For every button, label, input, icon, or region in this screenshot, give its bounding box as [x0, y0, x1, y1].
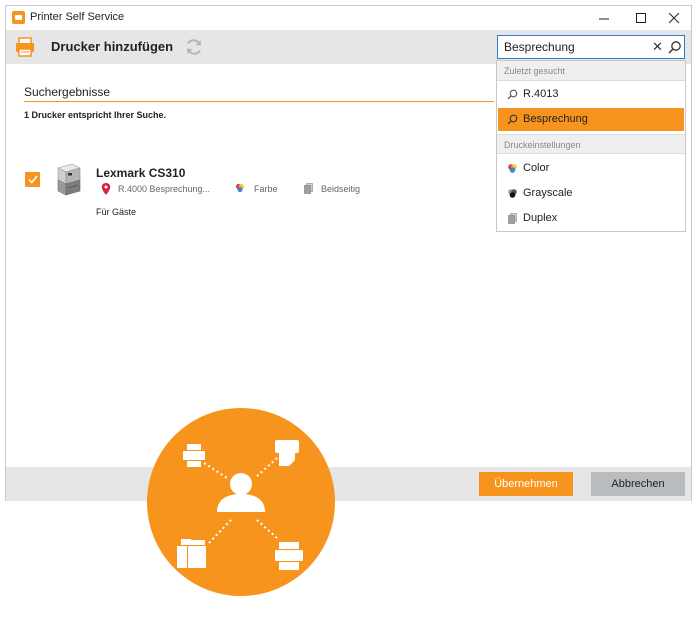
result-count: 1 Drucker entspricht Ihrer Suche.: [24, 110, 167, 120]
setting-item-color[interactable]: Color: [498, 157, 684, 180]
setting-label: Grayscale: [523, 187, 573, 199]
footer-bar: Übernehmen Abbrechen: [6, 467, 691, 501]
close-icon: [668, 12, 679, 23]
print-settings-header: Druckeinstellungen: [497, 134, 685, 154]
search-results-heading: Suchergebnisse: [24, 85, 111, 99]
recent-search-label: R.4013: [523, 88, 559, 100]
minimize-button[interactable]: [587, 6, 621, 30]
setting-label: Duplex: [523, 212, 558, 224]
close-button[interactable]: [657, 6, 691, 30]
recent-searches-header: Zuletzt gesucht: [497, 61, 685, 81]
recent-search-label: Besprechung: [523, 113, 588, 125]
section-divider: [24, 101, 494, 102]
search-suggestions-dropdown: Zuletzt gesucht R.4013 Besprechung Druck…: [496, 60, 686, 232]
title-bar: Printer Self Service: [6, 6, 691, 30]
printer-note: Für Gäste: [96, 207, 137, 217]
printer-duplex-capability: Beidseitig: [321, 184, 361, 194]
search-input[interactable]: [504, 39, 644, 55]
printer-icon: [16, 37, 34, 57]
toolbar: Drucker hinzufügen ✕: [6, 30, 691, 64]
location-pin-icon: [101, 183, 111, 195]
recent-search-item[interactable]: Besprechung: [498, 108, 684, 131]
search-icon: [507, 89, 518, 100]
cancel-button[interactable]: Abbrechen: [591, 472, 685, 496]
printer-color-capability: Farbe: [254, 184, 278, 194]
search-icon[interactable]: [668, 40, 682, 54]
setting-item-grayscale[interactable]: Grayscale: [498, 182, 684, 205]
app-title: Printer Self Service: [30, 11, 125, 23]
refresh-icon[interactable]: [184, 37, 204, 57]
app-logo-icon: [12, 11, 25, 24]
checkmark-icon: [27, 175, 38, 184]
search-box: ✕: [497, 35, 685, 59]
minimize-icon: [598, 18, 609, 19]
maximize-button[interactable]: [624, 6, 658, 30]
setting-label: Color: [523, 162, 550, 174]
maximize-icon: [635, 12, 646, 23]
duplex-icon: [304, 183, 313, 194]
printer-network-illustration: [147, 408, 335, 596]
grayscale-icon: [508, 189, 517, 198]
page-title: Drucker hinzufügen: [51, 39, 174, 54]
recent-search-item[interactable]: R.4013: [498, 83, 684, 106]
printer-location: R.4000 Besprechung...: [118, 184, 211, 194]
color-icon: [508, 164, 517, 173]
search-icon: [507, 114, 518, 125]
setting-item-duplex[interactable]: Duplex: [498, 207, 684, 230]
printer-name: Lexmark CS310: [96, 166, 186, 180]
laser-printer-image: [57, 164, 81, 196]
duplex-icon: [508, 213, 517, 224]
clear-search-icon[interactable]: ✕: [652, 39, 663, 55]
apply-button[interactable]: Übernehmen: [479, 472, 573, 496]
printer-select-checkbox[interactable]: [25, 172, 40, 187]
color-icon: [235, 183, 245, 193]
